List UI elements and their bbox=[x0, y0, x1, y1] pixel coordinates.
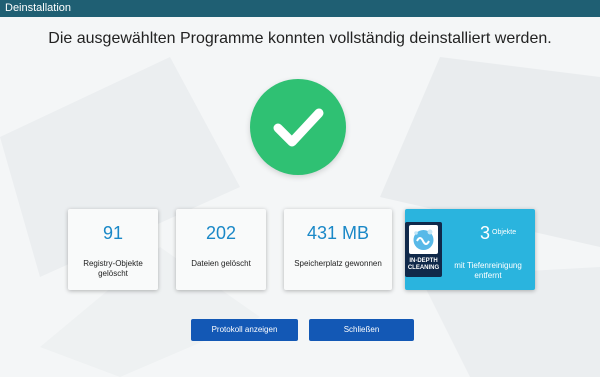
badge-label: IN-DEPTH CLEANING bbox=[407, 258, 440, 271]
deep-clean-label: mit Tiefenreinigung entfernt bbox=[454, 261, 522, 280]
window-title: Deinstallation bbox=[5, 2, 72, 14]
deep-clean-value: 3 bbox=[480, 223, 491, 243]
success-checkmark-icon bbox=[250, 79, 346, 175]
window-titlebar: Deinstallation bbox=[0, 0, 600, 17]
stat-card-deep-cleaning: IN-DEPTH CLEANING 3 Objekte mit Tiefenre… bbox=[405, 209, 535, 290]
show-log-button[interactable]: Protokoll anzeigen bbox=[191, 319, 298, 341]
stat-value: 91 bbox=[102, 223, 124, 243]
close-button[interactable]: Schließen bbox=[309, 319, 414, 341]
background-decoration bbox=[0, 57, 600, 377]
stat-card-files: 202 Dateien gelöscht bbox=[176, 209, 266, 290]
result-heading: Die ausgewählten Programme konnten volls… bbox=[48, 30, 552, 47]
badge-artwork bbox=[409, 225, 438, 254]
stat-value: 431 MB bbox=[306, 223, 370, 243]
deep-cleaning-badge-icon: IN-DEPTH CLEANING bbox=[405, 222, 442, 277]
stat-card-storage: 431 MB Speicherplatz gewonnen bbox=[284, 209, 392, 290]
stat-value: 202 bbox=[205, 223, 237, 243]
stat-label: Speicherplatz gewonnen bbox=[294, 259, 382, 268]
stat-label: Dateien gelöscht bbox=[191, 259, 251, 268]
main-panel: Die ausgewählten Programme konnten volls… bbox=[0, 17, 600, 377]
stat-card-registry: 91 Registry-Objekte gelöscht bbox=[68, 209, 158, 290]
deep-clean-unit: Objekte bbox=[492, 229, 517, 236]
stat-label: Registry-Objekte gelöscht bbox=[83, 259, 143, 278]
